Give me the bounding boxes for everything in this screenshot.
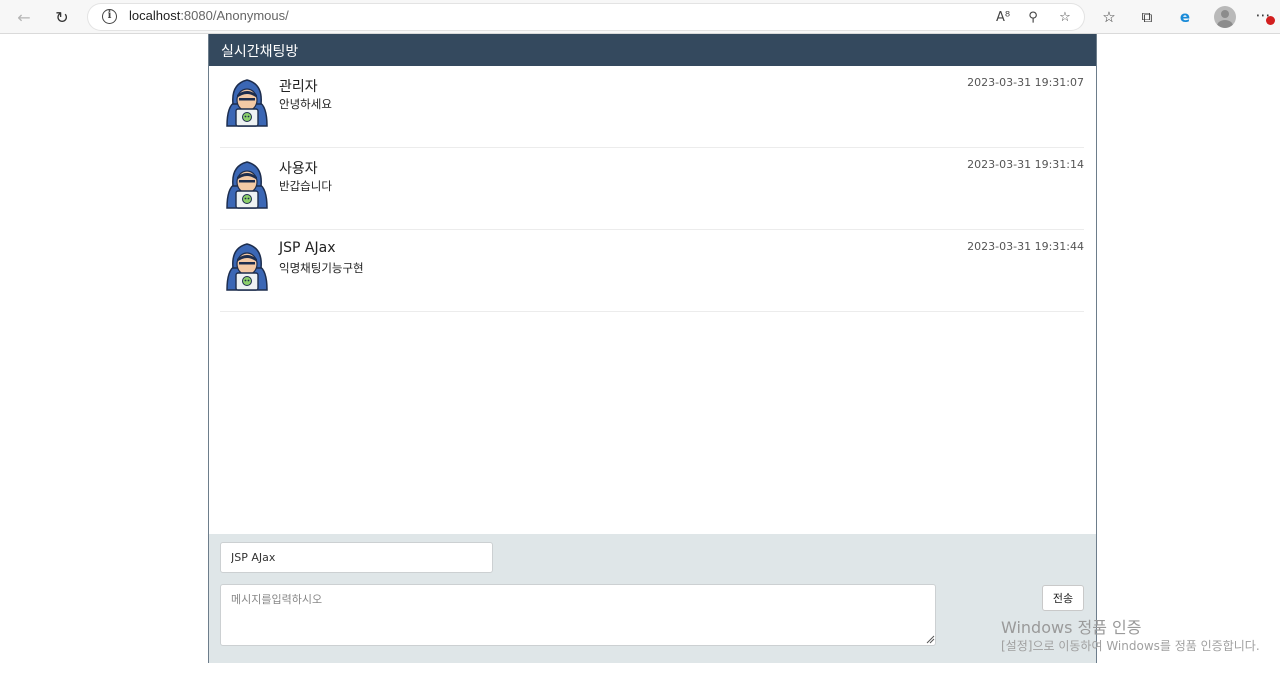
address-bar[interactable]: i localhost:8080/Anonymous/ A⁸ ⚲ ☆ (88, 4, 1084, 30)
message-sender: 관리자 (279, 79, 318, 95)
info-icon[interactable]: i (102, 9, 117, 24)
activation-watermark-title: Windows 정품 인증 (1001, 618, 1142, 637)
url-path: :8080/Anonymous/ (180, 8, 289, 23)
message-text: 반갑습니다 (279, 179, 332, 193)
chat-message: JSP AJax 익명채팅기능구현 2023-03-31 19:31:44 (220, 230, 1084, 312)
read-aloud-icon[interactable]: A⁸ (994, 8, 1012, 26)
compose-area: 전송 (209, 534, 1096, 663)
message-timestamp: 2023-03-31 19:31:07 (967, 76, 1084, 89)
collections-icon[interactable]: ⧉ (1136, 6, 1158, 28)
chat-panel: 실시간채팅방 관리자 안녕하세요 2023-03-31 19:31:07 사용자… (208, 34, 1097, 663)
url-text[interactable]: localhost:8080/Anonymous/ (129, 8, 289, 23)
edge-icon[interactable]: e (1174, 6, 1196, 28)
message-timestamp: 2023-03-31 19:31:44 (967, 240, 1084, 253)
message-text: 안녕하세요 (279, 97, 332, 111)
message-text: 익명채팅기능구현 (279, 261, 364, 275)
hacker-avatar-icon (226, 243, 268, 291)
hacker-avatar-icon (226, 161, 268, 209)
reload-icon[interactable]: ↻ (50, 5, 74, 29)
back-icon[interactable]: ← (12, 5, 36, 29)
favorites-icon[interactable]: ☆ (1098, 6, 1120, 28)
message-input[interactable] (220, 584, 936, 646)
hacker-avatar-icon (226, 79, 268, 127)
url-host: localhost (129, 8, 181, 23)
name-input[interactable] (220, 542, 493, 573)
zoom-icon[interactable]: ⚲ (1024, 8, 1042, 26)
chat-list: 관리자 안녕하세요 2023-03-31 19:31:07 사용자 반갑습니다 … (209, 66, 1096, 534)
message-sender: JSP AJax (279, 240, 336, 256)
chat-message: 관리자 안녕하세요 2023-03-31 19:31:07 (220, 66, 1084, 148)
message-sender: 사용자 (279, 161, 318, 177)
message-timestamp: 2023-03-31 19:31:14 (967, 158, 1084, 171)
profile-icon[interactable] (1214, 6, 1236, 28)
send-button[interactable]: 전송 (1042, 585, 1084, 611)
activation-watermark-subtitle: [설정]으로 이동하여 Windows를 정품 인증합니다. (1001, 639, 1260, 653)
resize-grip-icon[interactable] (926, 635, 935, 644)
chat-message: 사용자 반갑습니다 2023-03-31 19:31:14 (220, 148, 1084, 230)
add-favorite-icon[interactable]: ☆ (1056, 8, 1074, 26)
browser-toolbar: ← ↻ i localhost:8080/Anonymous/ A⁸ ⚲ ☆ ☆… (0, 0, 1280, 34)
notification-badge (1266, 16, 1275, 25)
chat-title: 실시간채팅방 (209, 34, 1096, 66)
